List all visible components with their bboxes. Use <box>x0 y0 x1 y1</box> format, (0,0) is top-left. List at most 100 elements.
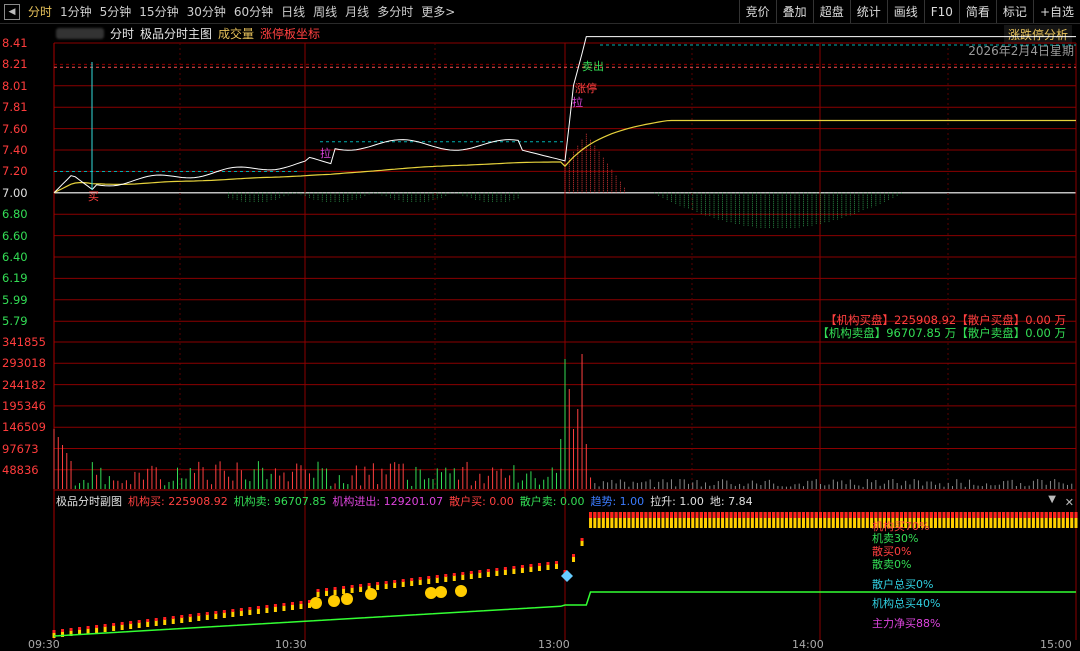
sub-bar-top <box>623 512 626 518</box>
sub-bar-top <box>687 512 690 518</box>
time-tick: 09:30 <box>28 638 60 651</box>
sub-bar-top <box>653 512 656 518</box>
sub-bar-top <box>802 512 805 518</box>
sub-dot-top <box>334 587 337 590</box>
sub-bar-top <box>955 512 958 518</box>
sub-bar-top <box>1066 512 1069 518</box>
price-tick: 7.00 <box>2 186 28 200</box>
ground-value: 地: 7.84 <box>710 493 753 507</box>
smiley-icon <box>310 597 322 609</box>
sub-bar-top <box>793 512 796 518</box>
sub-dot-top <box>112 623 115 626</box>
sub-bar-top <box>1040 512 1043 518</box>
sub-dot-top <box>470 571 473 574</box>
sub-dot-top <box>504 567 507 570</box>
sub-dot-top <box>325 588 328 591</box>
sub-dot-top <box>121 622 124 625</box>
sub-bar-top <box>1045 512 1048 518</box>
retail-sell-value: 散户卖: 0.00 <box>520 493 585 507</box>
sub-bar-top <box>798 512 801 518</box>
sub-bar-top <box>845 512 848 518</box>
sub-dot-top <box>257 606 260 609</box>
sub-dot-top <box>282 603 285 606</box>
sub-bar-top <box>755 512 758 518</box>
close-icon[interactable]: ✕ <box>1065 496 1074 509</box>
sub-bar-top <box>951 512 954 518</box>
sub-dot-top <box>70 628 73 631</box>
sub-bar-top <box>721 512 724 518</box>
sub-bar-top <box>1028 512 1031 518</box>
time-tick: 10:30 <box>275 638 307 651</box>
sub-bar-top <box>691 512 694 518</box>
sub-bar-top <box>972 512 975 518</box>
legend-retail-total-buy: 散户总买0% <box>872 576 933 592</box>
rise-mark: 拉 <box>320 146 331 160</box>
sub-bar-top <box>836 512 839 518</box>
sub-bar-top <box>776 512 779 518</box>
sub-bar-top <box>815 512 818 518</box>
sub-bar-top <box>1023 512 1026 518</box>
sub-bar-top <box>696 512 699 518</box>
volume-tick: 97673 <box>2 442 39 456</box>
sub-bar-top <box>1019 512 1022 518</box>
sub-dot-top <box>180 615 183 618</box>
sub-bar-top <box>602 512 605 518</box>
volume-tick: 341855 <box>2 335 46 349</box>
sub-dot-top <box>129 621 132 624</box>
price-tick: 5.99 <box>2 293 28 307</box>
sub-dot-top <box>87 626 90 629</box>
rise-mark-2: 拉 <box>572 95 583 109</box>
sub-bar-top <box>964 512 967 518</box>
sub-dot-top <box>155 618 158 621</box>
sub-bar-top <box>670 512 673 518</box>
trend-value: 趋势: 1.00 <box>590 493 644 507</box>
sub-bar-top <box>764 512 767 518</box>
sub-dot-top <box>53 630 56 633</box>
sub-bar-top <box>738 512 741 518</box>
price-tick: 7.20 <box>2 164 28 178</box>
price-tick: 6.60 <box>2 229 28 243</box>
sub-bar-top <box>785 512 788 518</box>
sub-bar-top <box>942 512 945 518</box>
inst-sell-value: 机构卖: 96707.85 <box>234 493 327 507</box>
sub-dot-top <box>376 582 379 585</box>
price-tick: 6.40 <box>2 250 28 264</box>
price-tick: 8.21 <box>2 57 28 71</box>
sub-dot-top <box>240 608 243 611</box>
sub-bar-top <box>674 512 677 518</box>
sub-dot-top <box>223 610 226 613</box>
sub-dot-top <box>419 577 422 580</box>
sub-bar-top <box>819 512 822 518</box>
sub-dot-top <box>478 570 481 573</box>
time-tick: 14:00 <box>792 638 824 651</box>
sell-orders-info: 【机构卖盘】96707.85 万【散户卖盘】0.00 万 <box>817 325 1066 341</box>
sub-bar-top <box>781 512 784 518</box>
sub-bar-top <box>832 512 835 518</box>
sub-bar-top <box>789 512 792 518</box>
sub-bar-top <box>772 512 775 518</box>
sub-bar-top <box>1049 512 1052 518</box>
sub-bar-top <box>610 512 613 518</box>
volume-tick: 293018 <box>2 356 46 370</box>
sub-dot-top <box>512 566 515 569</box>
sub-dot-top <box>317 589 320 592</box>
sub-dot-top <box>214 611 217 614</box>
sub-dot-top <box>206 612 209 615</box>
sub-bar-top <box>960 512 963 518</box>
sub-bar-top <box>730 512 733 518</box>
smiley-icon <box>365 588 377 600</box>
sub-bar-top <box>606 512 609 518</box>
sub-dot-top <box>138 620 141 623</box>
sub-bar-top <box>627 512 630 518</box>
sub-bar-top <box>989 512 992 518</box>
sub-dot-top <box>461 572 464 575</box>
sub-bar-top <box>828 512 831 518</box>
chevron-down-icon[interactable]: ▼ <box>1048 494 1056 505</box>
sub-chart-title[interactable]: 极品分时副图 <box>56 493 122 507</box>
retail-buy-value: 散户买: 0.00 <box>449 493 514 507</box>
sub-bar-top <box>1075 512 1078 518</box>
sub-bar-top <box>598 512 601 518</box>
sub-dot-top <box>368 583 371 586</box>
inst-net-value: 机构进出: 129201.07 <box>332 493 443 507</box>
inst-buy-value: 机构买: 225908.92 <box>128 493 228 507</box>
